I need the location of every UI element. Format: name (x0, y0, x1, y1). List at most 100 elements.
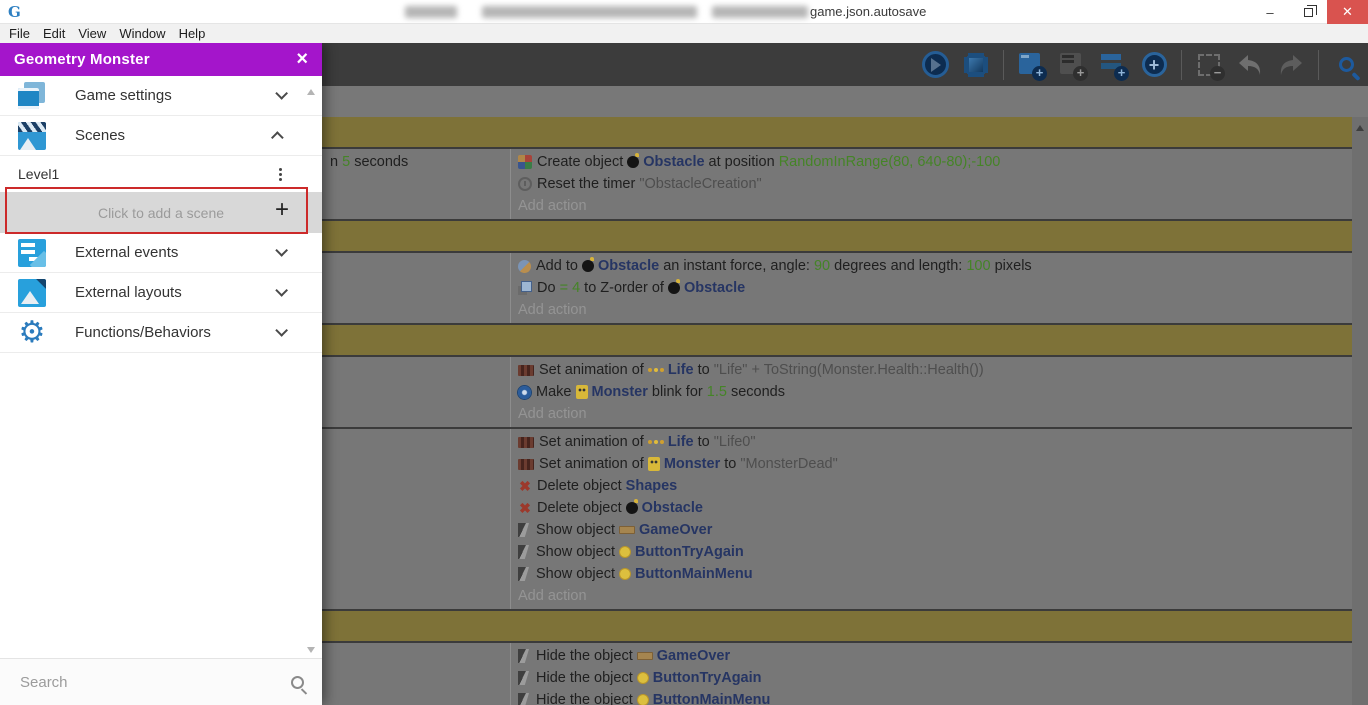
sidebar-item-functions-behaviors[interactable]: ⚙ Functions/Behaviors (0, 313, 322, 353)
button-object-icon (636, 672, 649, 684)
event-group-header[interactable] (322, 221, 1352, 251)
scroll-down-icon[interactable] (307, 647, 315, 653)
play-button[interactable] (921, 51, 949, 79)
conditions-cell[interactable] (322, 429, 511, 609)
action-text: to Z-order of (580, 280, 668, 296)
minimize-button[interactable]: – (1251, 0, 1289, 24)
action-line[interactable]: Show object ButtonMainMenu (518, 563, 1352, 585)
external-layouts-icon (18, 278, 46, 307)
add-comment-icon: + (1101, 53, 1129, 81)
event-row[interactable]: Add to Obstacle an instant force, angle:… (322, 253, 1352, 323)
action-line[interactable]: Show object ButtonTryAgain (518, 541, 1352, 563)
action-line[interactable]: Create object Obstacle at position Rando… (518, 151, 1352, 173)
life-object-icon (647, 367, 666, 373)
show-object-icon (518, 567, 529, 581)
action-text: 90 (813, 258, 831, 274)
chevron-down-icon[interactable] (275, 87, 288, 100)
action-line[interactable]: Show object GameOver (518, 519, 1352, 541)
debugger-button[interactable] (962, 51, 990, 79)
search-events-button[interactable] (1332, 51, 1360, 79)
close-drawer-icon[interactable]: × (296, 47, 308, 71)
add-action-button[interactable]: Add action (518, 299, 1352, 321)
game-settings-icon (18, 81, 46, 110)
actions-cell[interactable]: Set animation of Life to "Life" + ToStri… (511, 357, 1352, 427)
plus-icon: + (274, 196, 289, 223)
action-text: ButtonTryAgain (652, 670, 762, 686)
action-line[interactable]: Make Monster blink for 1.5 seconds (518, 381, 1352, 403)
conditions-cell[interactable] (322, 253, 511, 323)
action-text: to (693, 362, 714, 378)
kebab-menu-icon[interactable] (279, 168, 282, 171)
action-text: ButtonMainMenu (635, 566, 753, 582)
conditions-cell[interactable]: n 5 seconds (322, 149, 511, 219)
action-line[interactable]: Hide the object ButtonMainMenu (518, 689, 1352, 705)
remove-event-button[interactable]: − (1195, 51, 1225, 81)
life-object-icon (647, 439, 666, 445)
menu-file[interactable]: File (9, 26, 41, 41)
add-subevent-icon: + (1060, 52, 1088, 81)
chevron-down-icon[interactable] (275, 284, 288, 297)
redo-icon (1280, 54, 1302, 75)
add-action-button[interactable]: Add action (518, 195, 1352, 217)
undo-button[interactable] (1236, 51, 1264, 79)
scroll-up-icon[interactable] (1356, 125, 1364, 131)
obstacle-object-icon (667, 279, 680, 294)
actions-cell[interactable]: Create object Obstacle at position Rando… (511, 149, 1352, 219)
event-group-header[interactable] (322, 117, 1352, 147)
conditions-cell[interactable] (322, 643, 511, 705)
sidebar-item-external-events[interactable]: External events (0, 233, 322, 273)
add-subevent-button[interactable]: + (1058, 51, 1088, 81)
add-comment-button[interactable]: + (1099, 51, 1129, 81)
action-line[interactable]: Reset the timer "ObstacleCreation" (518, 173, 1352, 195)
sidebar-item-game-settings[interactable]: Game settings (0, 76, 322, 116)
action-line[interactable]: Hide the object GameOver (518, 645, 1352, 667)
action-line[interactable]: Set animation of Monster to "MonsterDead… (518, 453, 1352, 475)
chevron-up-icon[interactable] (271, 131, 284, 144)
action-line[interactable]: Hide the object ButtonTryAgain (518, 667, 1352, 689)
action-line[interactable]: Set animation of Life to "Life" + ToStri… (518, 359, 1352, 381)
actions-cell[interactable]: Add to Obstacle an instant force, angle:… (511, 253, 1352, 323)
add-event-circle-button[interactable]: + (1140, 51, 1168, 79)
search-bar[interactable]: Search (0, 658, 322, 705)
sidebar-item-external-layouts[interactable]: External layouts (0, 273, 322, 313)
event-row[interactable]: Set animation of Life to "Life0" Set anim… (322, 429, 1352, 609)
conditions-cell[interactable] (322, 357, 511, 427)
action-line[interactable]: ✖ Delete object Shapes (518, 475, 1352, 497)
scroll-up-icon[interactable] (307, 89, 315, 95)
event-row[interactable]: Set animation of Life to "Life" + ToStri… (322, 357, 1352, 427)
menu-window[interactable]: Window (119, 26, 176, 41)
search-icon[interactable] (291, 675, 304, 689)
search-input[interactable]: Search (20, 674, 291, 691)
action-line[interactable]: ✖ Delete object Obstacle (518, 497, 1352, 519)
action-line[interactable]: Set animation of Life to "Life0" (518, 431, 1352, 453)
menu-view[interactable]: View (78, 26, 117, 41)
event-row[interactable]: n 5 seconds Create object Obstacle at pos… (322, 149, 1352, 219)
event-group-header[interactable] (322, 611, 1352, 641)
plus-bubble-icon: + (1073, 65, 1088, 81)
redo-button[interactable] (1277, 51, 1305, 79)
add-action-button[interactable]: Add action (518, 585, 1352, 607)
menu-edit[interactable]: Edit (43, 26, 76, 41)
add-event-button[interactable]: + (1017, 51, 1047, 81)
sidebar-item-scenes[interactable]: Scenes (0, 116, 322, 156)
maximize-button[interactable] (1289, 0, 1327, 24)
events-scrollbar[interactable] (1352, 117, 1368, 705)
functions-behaviors-icon: ⚙ (18, 315, 46, 349)
chevron-down-icon[interactable] (275, 244, 288, 257)
action-text: ButtonTryAgain (635, 544, 744, 560)
close-button[interactable]: ✕ (1327, 0, 1368, 24)
event-row[interactable]: Hide the object GameOver Hide the object … (322, 643, 1352, 705)
chevron-down-icon[interactable] (275, 324, 288, 337)
action-text: Delete object (537, 500, 626, 516)
menu-help[interactable]: Help (179, 26, 217, 41)
action-line[interactable]: Do = 4 to Z-order of Obstacle (518, 277, 1352, 299)
sidebar-item-label: Scenes (75, 127, 126, 144)
event-group-header[interactable] (322, 325, 1352, 355)
actions-cell[interactable]: Hide the object GameOver Hide the object … (511, 643, 1352, 705)
scene-item-level1[interactable]: Level1 (0, 156, 322, 192)
add-action-button[interactable]: Add action (518, 403, 1352, 425)
action-line[interactable]: Add to Obstacle an instant force, angle:… (518, 255, 1352, 277)
actions-cell[interactable]: Set animation of Life to "Life0" Set anim… (511, 429, 1352, 609)
add-scene-button[interactable]: Click to add a scene + (0, 192, 322, 233)
action-text: Reset the timer (537, 176, 640, 192)
